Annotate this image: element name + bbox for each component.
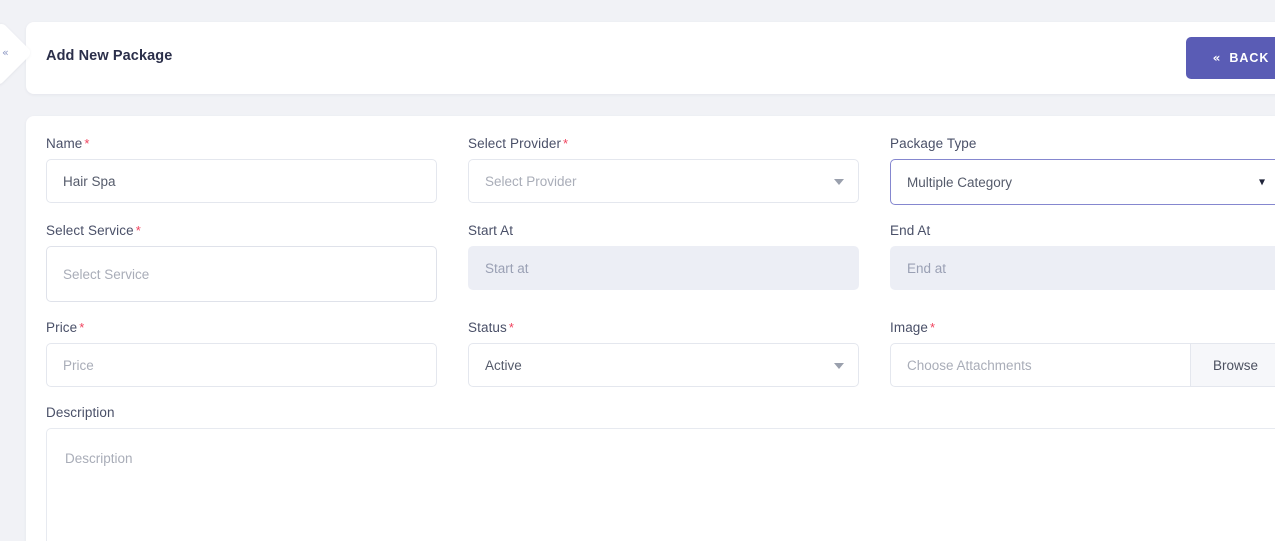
status-dropdown[interactable]: Active <box>468 343 859 387</box>
start-at-input[interactable]: Start at <box>468 246 859 290</box>
browse-button[interactable]: Browse <box>1189 344 1275 386</box>
end-at-value: End at <box>907 260 947 276</box>
package-type-select[interactable]: Multiple Category ▾ <box>890 159 1275 205</box>
form-row-4: Description Description <box>46 405 1275 541</box>
select-service-value: Select Service <box>63 266 150 282</box>
double-chevron-left-icon[interactable]: « <box>2 46 16 60</box>
caret-down-icon <box>834 363 844 369</box>
form-row-3: Price * Price Status * Active Image * Ch… <box>46 320 1275 405</box>
field-group-status: Status * Active <box>468 320 859 405</box>
field-group-select-service: Select Service * Select Service <box>46 223 437 320</box>
required-asterisk: * <box>508 320 515 335</box>
required-asterisk: * <box>135 223 141 238</box>
field-group-package-type: Package Type Multiple Category ▾ <box>890 136 1275 223</box>
label-select-provider: Select Provider * <box>468 136 569 151</box>
image-file-name[interactable]: Choose Attachments <box>891 344 1190 386</box>
back-button-label: BACK <box>1229 51 1270 65</box>
field-group-start-at: Start At Start at <box>468 223 859 320</box>
page-root: « Add New Package « BACK Name * Hair Spa … <box>0 0 1275 541</box>
package-form-card: Name * Hair Spa Select Provider * Select P… <box>26 116 1275 541</box>
description-value: Description <box>65 451 133 466</box>
label-name: Name * <box>46 136 90 151</box>
select-provider-value: Select Provider <box>485 173 577 189</box>
label-select-service: Select Service * <box>46 223 141 238</box>
field-group-end-at: End At End at <box>890 223 1275 320</box>
label-status: Status * <box>468 320 515 335</box>
select-service-multiselect[interactable]: Select Service <box>46 246 437 302</box>
label-start-at: Start At <box>468 223 514 238</box>
label-end-at: End At <box>890 223 931 238</box>
package-type-value: Multiple Category <box>907 174 1013 190</box>
field-group-price: Price * Price <box>46 320 437 405</box>
image-file-input-group: Choose Attachments Browse <box>890 343 1275 387</box>
select-provider-dropdown[interactable]: Select Provider <box>468 159 859 203</box>
label-image: Image * <box>890 320 936 335</box>
required-asterisk: * <box>79 320 85 335</box>
form-row-2: Select Service * Select Service Start At … <box>46 223 1275 320</box>
label-description: Description <box>46 405 115 420</box>
description-textarea[interactable]: Description <box>46 428 1275 541</box>
start-at-value: Start at <box>485 260 529 276</box>
price-input[interactable]: Price <box>46 343 437 387</box>
field-group-image: Image * Choose Attachments Browse <box>890 320 1275 405</box>
page-title: Add New Package <box>46 48 173 64</box>
required-asterisk: * <box>84 136 90 151</box>
form-row-1: Name * Hair Spa Select Provider * Select P… <box>46 136 1275 223</box>
label-package-type: Package Type <box>890 136 977 151</box>
caret-down-icon <box>834 179 844 185</box>
field-group-description: Description Description <box>46 405 1275 541</box>
name-input-value: Hair Spa <box>63 173 116 189</box>
field-group-name: Name * Hair Spa <box>46 136 437 223</box>
end-at-input[interactable]: End at <box>890 246 1275 290</box>
chevron-down-icon: ▾ <box>1258 174 1265 189</box>
label-price: Price * <box>46 320 85 335</box>
required-asterisk: * <box>563 136 569 151</box>
status-value: Active <box>485 357 522 373</box>
field-group-select-provider: Select Provider * Select Provider <box>468 136 859 223</box>
page-header-card: Add New Package « BACK <box>26 22 1275 94</box>
back-button[interactable]: « BACK <box>1186 37 1275 79</box>
price-value: Price <box>63 357 94 373</box>
name-input[interactable]: Hair Spa <box>46 159 437 203</box>
double-chevron-left-icon: « <box>1212 51 1221 65</box>
required-asterisk: * <box>930 320 936 335</box>
